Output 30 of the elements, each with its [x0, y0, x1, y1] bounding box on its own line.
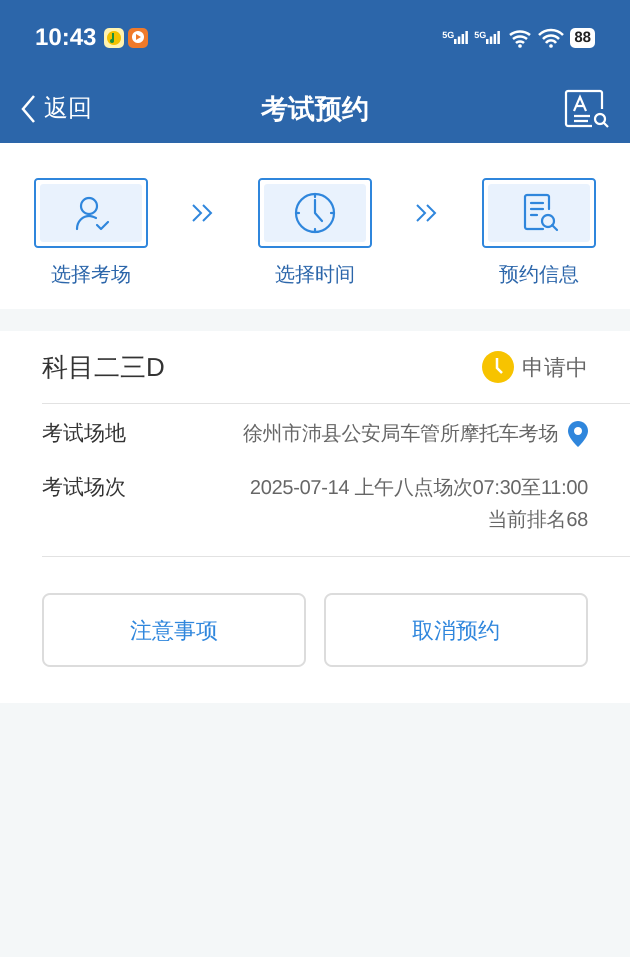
field-value: 2025-07-14 上午八点场次07:30至11:00: [250, 476, 588, 501]
field-value: 徐州市沛县公安局车管所摩托车考场: [242, 422, 558, 447]
wifi-icon: [538, 28, 564, 48]
double-chevron-icon: [415, 203, 439, 223]
network-label: 5G: [474, 31, 486, 40]
signal-icon: [486, 31, 500, 44]
field-label: 考试场次: [42, 475, 126, 501]
subject-title: 科目二三D: [42, 350, 165, 384]
step-label: 选择时间: [275, 263, 355, 288]
location-pin-icon[interactable]: [568, 421, 588, 447]
step-label: 选择考场: [51, 263, 131, 288]
field-value: 当前排名68: [488, 508, 588, 533]
action-button[interactable]: 取消预约: [324, 593, 588, 667]
back-icon: [20, 94, 36, 124]
document-search-icon[interactable]: [564, 89, 610, 129]
clock-icon: [482, 351, 514, 383]
status-label: 申请中: [522, 354, 588, 382]
action-button[interactable]: 注意事项: [42, 593, 306, 667]
video-app-icon: [128, 28, 148, 48]
network-label: 5G: [442, 31, 454, 40]
page-title: 考试预约: [261, 92, 369, 126]
battery-indicator: 88: [570, 28, 595, 48]
status-time: 10:43: [35, 22, 96, 52]
music-app-icon: [104, 28, 124, 48]
clock-icon: [293, 191, 337, 235]
signal-icon: [454, 31, 468, 44]
back-button[interactable]: 返回: [20, 91, 92, 127]
step-label: 预约信息: [499, 263, 579, 288]
field-label: 考试场地: [42, 421, 126, 447]
double-chevron-icon: [191, 203, 215, 223]
